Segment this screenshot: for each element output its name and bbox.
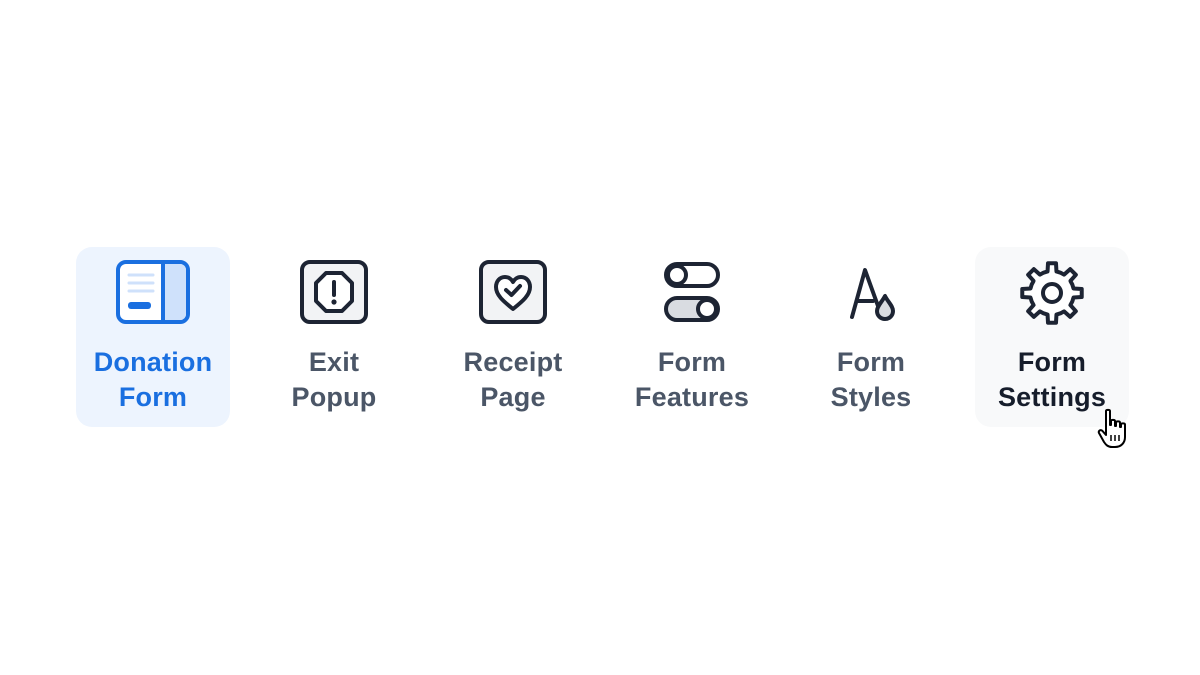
tab-form-styles[interactable]: Form Styles <box>794 247 948 427</box>
tab-donation-form-label: Donation Form <box>93 347 213 412</box>
tab-receipt-page[interactable]: Receipt Page <box>436 247 590 427</box>
exit-popup-icon <box>300 260 368 324</box>
form-editor-nav: Donation Form Exit Popup Receipt Page Fo… <box>0 0 1200 675</box>
donation-form-icon <box>116 260 190 324</box>
tab-form-features[interactable]: Form Features <box>615 247 769 427</box>
tab-form-settings-label: Form Settings <box>997 347 1107 412</box>
tab-exit-popup-label: Exit Popup <box>291 347 377 412</box>
form-features-icon <box>664 262 720 322</box>
tab-exit-popup[interactable]: Exit Popup <box>257 247 411 427</box>
tab-donation-form[interactable]: Donation Form <box>76 247 230 427</box>
tab-form-features-label: Form Features <box>634 347 750 412</box>
form-styles-icon <box>850 268 895 321</box>
tab-receipt-page-label: Receipt Page <box>463 347 563 412</box>
tab-form-settings[interactable]: Form Settings <box>975 247 1129 427</box>
tab-form-styles-label: Form Styles <box>830 347 912 412</box>
form-settings-icon <box>1020 261 1084 325</box>
receipt-page-icon <box>479 260 547 324</box>
